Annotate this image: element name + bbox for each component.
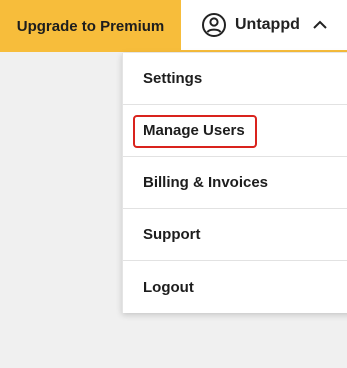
menu-item-settings[interactable]: Settings	[123, 53, 347, 105]
menu-item-logout[interactable]: Logout	[123, 261, 347, 313]
menu-item-billing-invoices[interactable]: Billing & Invoices	[123, 157, 347, 209]
page: Upgrade to Premium Untappd Settings Mana…	[0, 0, 347, 368]
user-circle-icon	[201, 12, 227, 38]
menu-item-support[interactable]: Support	[123, 209, 347, 261]
account-dropdown-menu: Settings Manage Users Billing & Invoices…	[122, 53, 347, 313]
account-name: Untappd	[235, 16, 300, 33]
menu-item-manage-users[interactable]: Manage Users	[123, 105, 347, 157]
chevron-up-icon	[312, 17, 328, 33]
upgrade-premium-button[interactable]: Upgrade to Premium	[0, 0, 181, 52]
menu-item-label: Manage Users	[143, 122, 245, 139]
top-bar: Upgrade to Premium Untappd	[0, 0, 347, 52]
account-menu-button[interactable]: Untappd	[181, 0, 347, 50]
